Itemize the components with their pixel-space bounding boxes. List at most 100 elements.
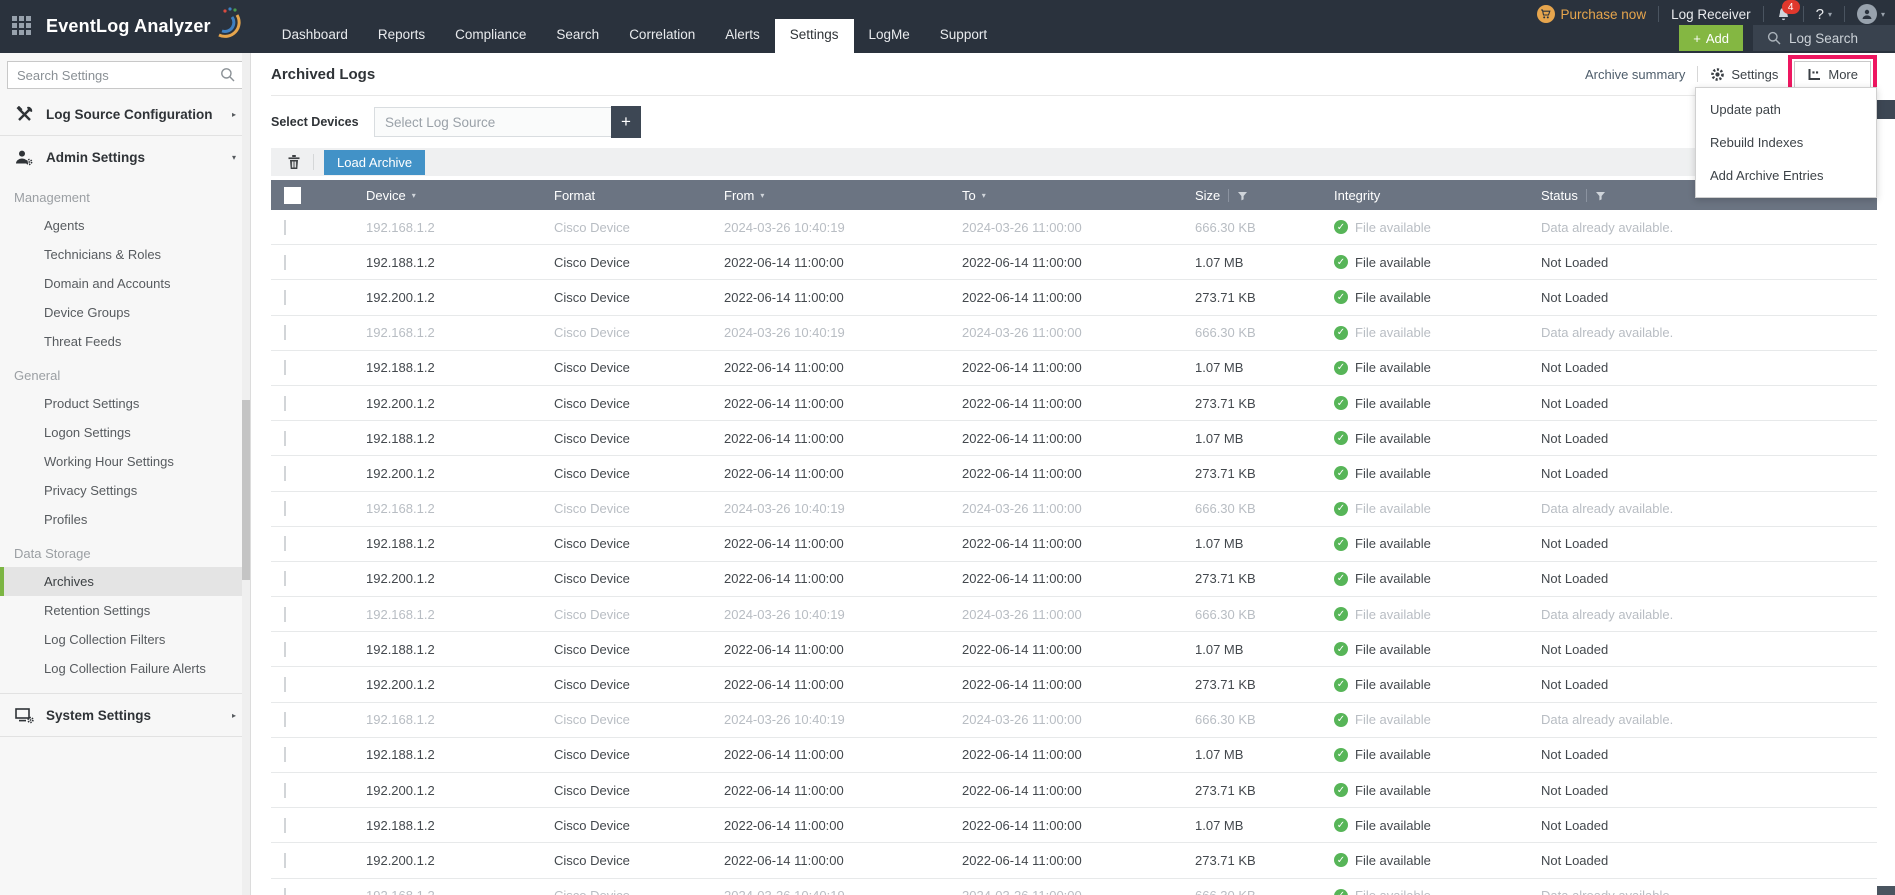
sidebar-item-domain-and-accounts[interactable]: Domain and Accounts [0,269,250,298]
archive-settings-button[interactable]: Settings [1710,67,1778,82]
sidebar-item-threat-feeds[interactable]: Threat Feeds [0,327,250,356]
sidebar-item-archives[interactable]: Archives [0,567,250,596]
row-checkbox[interactable] [284,747,286,763]
nav-item-correlation[interactable]: Correlation [614,19,710,53]
cell-integrity: ✓ File available [1334,783,1541,798]
column-header-format[interactable]: Format [554,188,724,203]
row-checkbox[interactable] [284,817,286,833]
chevron-down-icon: ▾ [231,152,236,162]
menu-item-add-archive-entries[interactable]: Add Archive Entries [1696,159,1876,192]
sidebar-item-profiles[interactable]: Profiles [0,505,250,534]
row-checkbox[interactable] [284,782,286,798]
archive-summary-link[interactable]: Archive summary [1585,67,1685,82]
filter-icon[interactable] [1595,190,1606,201]
sidebar-group-admin-settings[interactable]: Admin Settings ▾ [0,136,250,178]
row-checkbox[interactable] [284,465,286,481]
sidebar-item-privacy-settings[interactable]: Privacy Settings [0,476,250,505]
column-header-integrity[interactable]: Integrity [1334,188,1541,203]
log-search-button[interactable]: Log Search [1753,25,1895,51]
purchase-now-link[interactable]: Purchase now [1536,5,1646,23]
cell-size: 273.71 KB [1195,571,1256,587]
search-icon [221,68,235,82]
row-checkbox[interactable] [284,852,286,868]
filter-icon[interactable] [1237,190,1248,201]
cell-status: Not Loaded [1541,465,1609,481]
sort-arrow-icon[interactable]: ▾ [760,191,764,200]
row-checkbox[interactable] [284,571,286,587]
sidebar-item-product-settings[interactable]: Product Settings [0,389,250,418]
nav-item-alerts[interactable]: Alerts [710,19,775,53]
row-checkbox[interactable] [284,395,286,411]
column-header-from[interactable]: From ▾ [724,188,962,203]
sidebar-item-working-hour-settings[interactable]: Working Hour Settings [0,447,250,476]
row-checkbox-cell [271,817,366,833]
integrity-label: File available [1355,536,1431,552]
sidebar-item-logon-settings[interactable]: Logon Settings [0,418,250,447]
cell-to: 2022-06-14 11:00:00 [962,465,1082,481]
integrity-label: File available [1355,852,1431,868]
cell-format: Cisco Device [554,641,630,657]
row-checkbox[interactable] [284,325,286,341]
sort-arrow-icon[interactable]: ▾ [982,191,986,200]
scrollbar-thumb[interactable] [242,400,250,580]
nav-item-compliance[interactable]: Compliance [440,19,541,53]
row-checkbox[interactable] [284,360,286,376]
cell-device: 192.168.1.2 [366,501,435,517]
sidebar-item-technicians-roles[interactable]: Technicians & Roles [0,240,250,269]
add-device-button[interactable]: + [611,106,641,138]
more-button[interactable]: More [1794,60,1871,88]
nav-item-reports[interactable]: Reports [363,19,440,53]
row-checkbox[interactable] [284,219,286,235]
row-checkbox[interactable] [284,677,286,693]
row-checkbox[interactable] [284,254,286,270]
row-checkbox[interactable] [284,430,286,446]
nav-item-dashboard[interactable]: Dashboard [267,19,363,53]
row-checkbox[interactable] [284,536,286,552]
column-header-to[interactable]: To ▾ [962,188,1195,203]
sidebar-scrollbar[interactable] [242,53,250,895]
app-grid-icon[interactable] [12,15,34,38]
column-header-device[interactable]: Device ▾ [366,188,554,203]
row-checkbox[interactable] [284,606,286,622]
sidebar-group-system-settings[interactable]: System Settings ▸ [0,694,250,736]
cell-format: Cisco Device [554,571,630,587]
menu-item-rebuild-indexes[interactable]: Rebuild Indexes [1696,126,1876,159]
column-header-size[interactable]: Size [1195,188,1334,203]
sidebar-item-device-groups[interactable]: Device Groups [0,298,250,327]
row-checkbox[interactable] [284,289,286,305]
cell-integrity: ✓ File available [1334,888,1541,895]
nav-item-support[interactable]: Support [925,19,1002,53]
sort-arrow-icon[interactable]: ▾ [412,191,416,200]
sidebar-group-log-source-configuration[interactable]: Log Source Configuration ▸ [0,93,250,135]
cell-status: Not Loaded [1541,852,1609,868]
cell-device: 192.168.1.2 [366,888,554,895]
help-menu[interactable]: ? ▾ [1816,6,1832,23]
sidebar-item-retention-settings[interactable]: Retention Settings [0,596,250,625]
nav-item-settings[interactable]: Settings [774,19,854,53]
sidebar-item-log-collection-filters[interactable]: Log Collection Filters [0,625,250,654]
log-receiver-link[interactable]: Log Receiver [1671,7,1751,22]
row-checkbox[interactable] [284,641,286,657]
row-checkbox[interactable] [284,501,286,517]
column-label: From [724,187,755,203]
row-checkbox[interactable] [284,712,286,728]
cell-from: 2022-06-14 11:00:00 [724,571,844,587]
search-settings-input[interactable] [7,61,243,89]
menu-item-update-path[interactable]: Update path [1696,93,1876,126]
user-menu[interactable]: ▾ [1856,4,1885,24]
select-all-checkbox[interactable] [284,186,301,204]
add-button[interactable]: + Add [1679,25,1743,51]
load-archive-button[interactable]: Load Archive [324,149,426,175]
nav-item-logme[interactable]: LogMe [854,19,925,53]
select-log-source-input[interactable] [374,107,612,137]
row-checkbox[interactable] [284,888,286,895]
sidebar-item-agents[interactable]: Agents [0,211,250,240]
cell-to: 2022-06-14 11:00:00 [962,289,1082,305]
cell-from: 2022-06-14 11:00:00 [724,360,844,376]
cell-from: 2022-06-14 11:00:00 [724,852,844,868]
sidebar-item-log-collection-failure-alerts[interactable]: Log Collection Failure Alerts [0,654,250,683]
delete-button[interactable] [283,154,305,170]
cell-from: 2022-06-14 11:00:00 [724,817,844,833]
notifications-bell-icon[interactable]: 4 [1776,0,1800,22]
nav-item-search[interactable]: Search [541,19,614,53]
